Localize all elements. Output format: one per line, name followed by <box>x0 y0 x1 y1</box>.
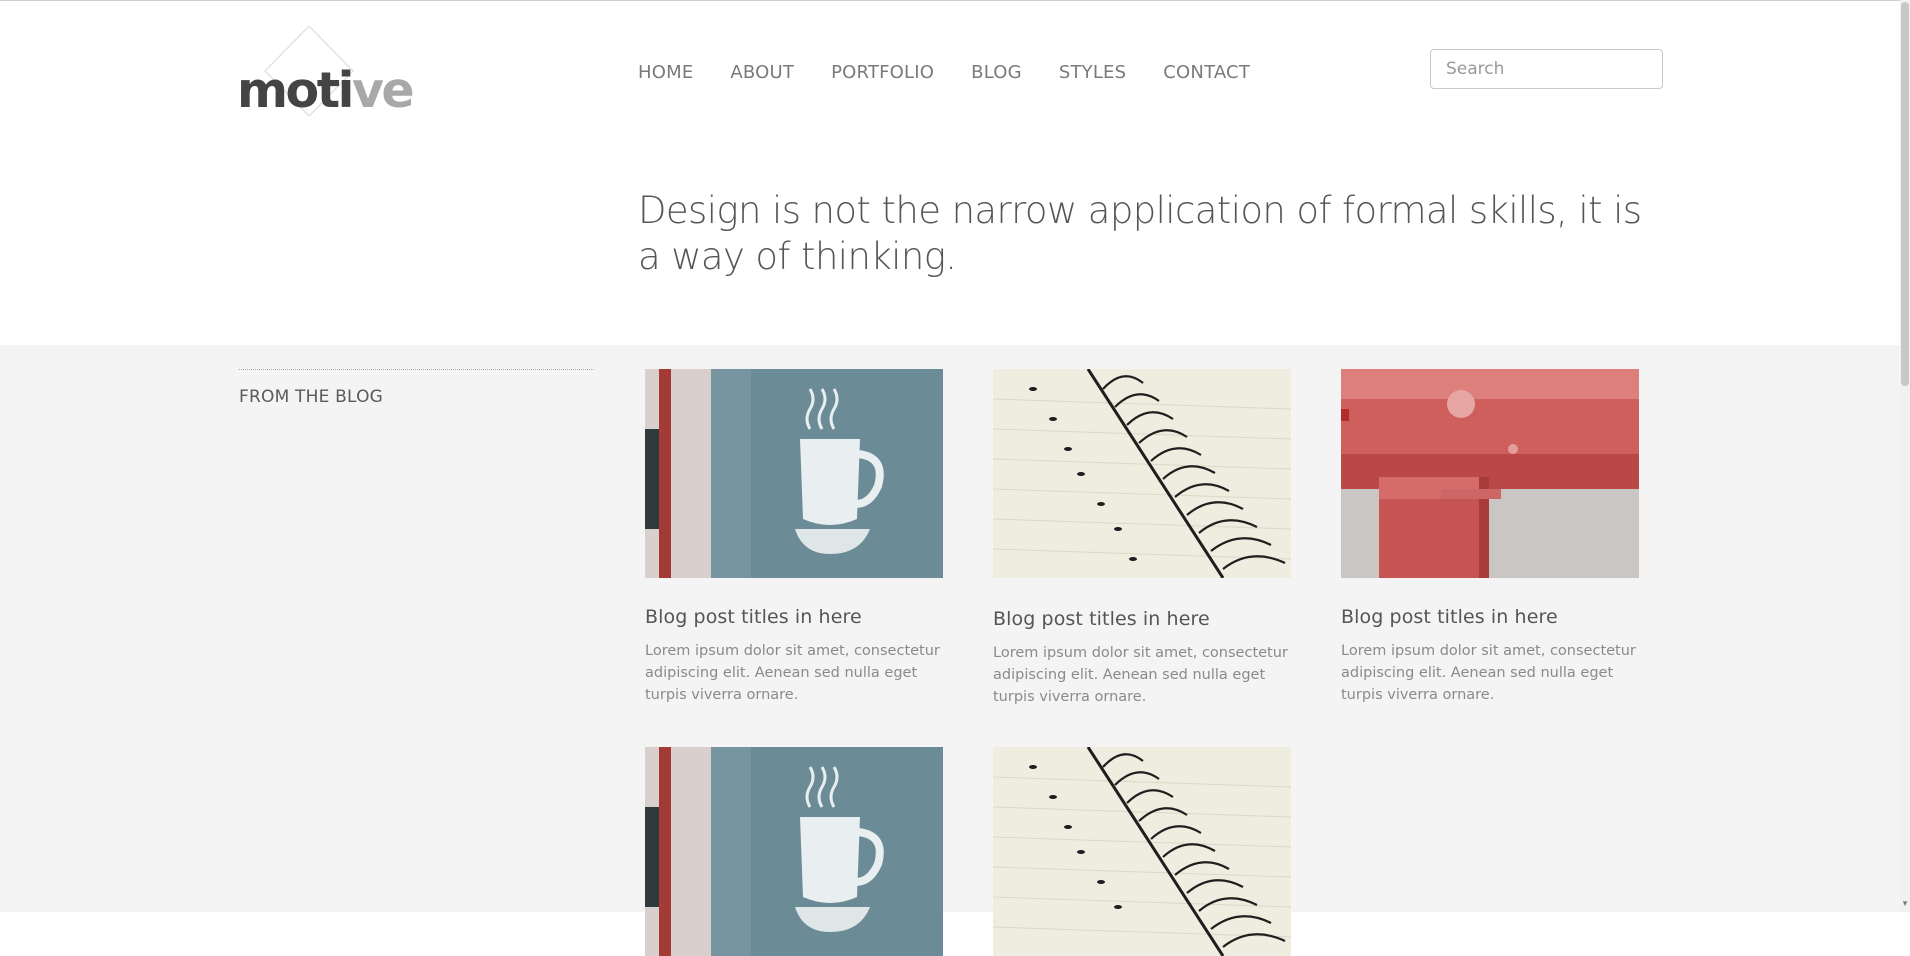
search-input[interactable] <box>1430 49 1663 89</box>
blog-thumbnail-spiral-notebook[interactable] <box>993 369 1291 578</box>
hero-quote: Design is not the narrow application of … <box>638 189 1642 278</box>
section-title: FROM THE BLOG <box>239 387 384 407</box>
blog-post-title[interactable]: Blog post titles in here <box>1341 606 1639 628</box>
section-divider <box>239 369 594 370</box>
nav-item-home[interactable]: HOME <box>638 62 693 83</box>
blog-thumbnail-coffee-sign[interactable] <box>645 747 943 956</box>
blog-post-title[interactable]: Blog post titles in here <box>645 606 943 628</box>
blog-thumbnail-spiral-notebook[interactable] <box>993 747 1291 956</box>
nav-item-about[interactable]: ABOUT <box>730 62 794 83</box>
blog-post-excerpt: Lorem ipsum dolor sit amet, consectetur … <box>1341 643 1636 703</box>
blog-post-title[interactable]: Blog post titles in here <box>993 608 1291 630</box>
main-nav: HOME ABOUT PORTFOLIO BLOG STYLES CONTACT <box>638 62 1287 83</box>
blog-card: Blog post titles in here Lorem ipsum dol… <box>993 369 1291 708</box>
blog-post-excerpt: Lorem ipsum dolor sit amet, consectetur … <box>645 643 940 703</box>
nav-item-contact[interactable]: CONTACT <box>1163 62 1250 83</box>
scrollbar-thumb[interactable] <box>1901 2 1909 386</box>
logo-text: motive <box>237 66 415 115</box>
blog-thumbnail-red-railing[interactable] <box>1341 369 1639 578</box>
logo-text-dark: moti <box>237 62 354 119</box>
nav-item-portfolio[interactable]: PORTFOLIO <box>831 62 934 83</box>
blog-post-excerpt: Lorem ipsum dolor sit amet, consectetur … <box>993 645 1288 705</box>
top-border <box>0 0 1910 1</box>
blog-card: Blog post titles in here Lorem ipsum dol… <box>1341 369 1639 706</box>
site-logo[interactable]: motive <box>237 26 415 116</box>
blog-card <box>993 747 1291 956</box>
blog-card: Blog post titles in here Lorem ipsum dol… <box>645 369 943 706</box>
blog-section: FROM THE BLOG Blog post titles in here L… <box>0 345 1910 956</box>
nav-item-styles[interactable]: STYLES <box>1059 62 1126 83</box>
nav-item-blog[interactable]: BLOG <box>971 62 1022 83</box>
logo-text-light: ve <box>351 62 415 119</box>
blog-card <box>645 747 943 956</box>
blog-thumbnail-coffee-sign[interactable] <box>645 369 943 578</box>
scroll-down-arrow-icon[interactable]: ▾ <box>1900 898 1910 910</box>
